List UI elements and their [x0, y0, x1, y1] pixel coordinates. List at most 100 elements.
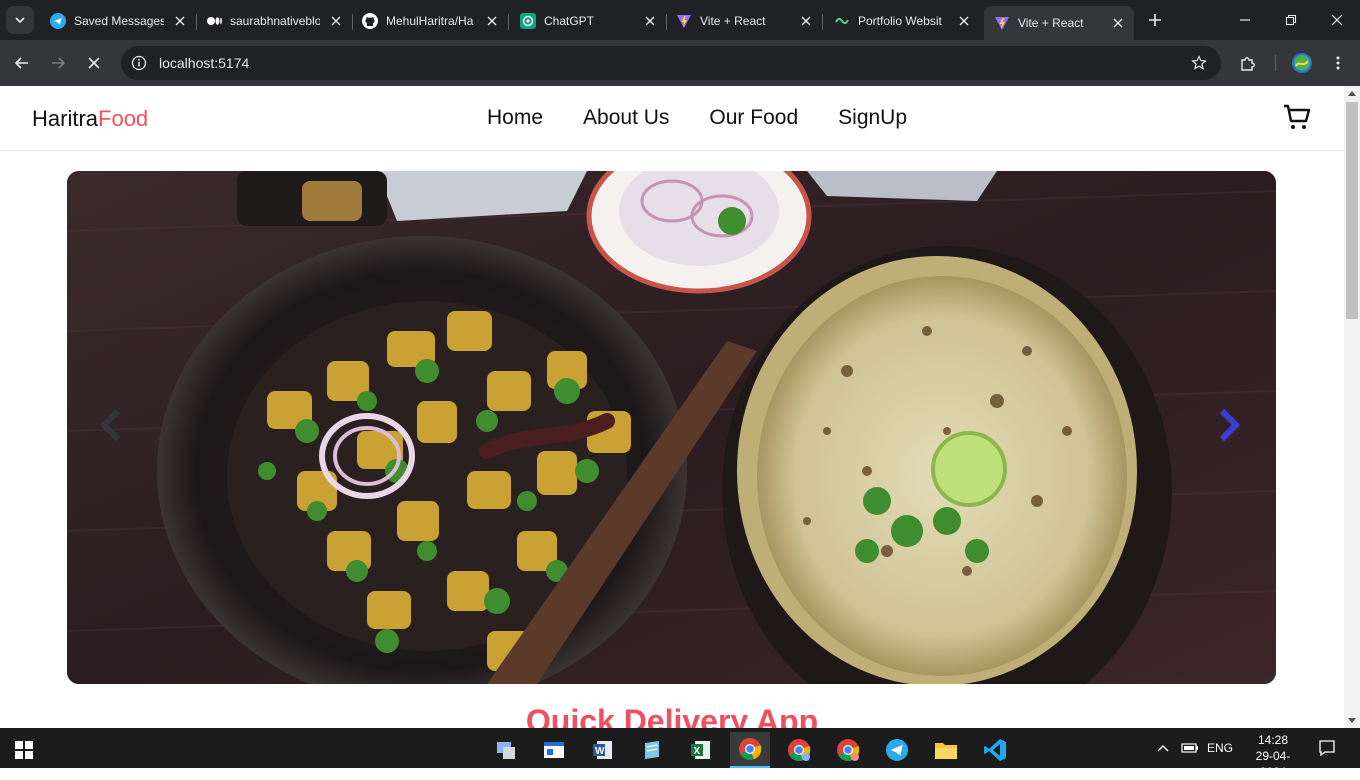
computer-icon — [497, 742, 515, 759]
tab-vite-react-active[interactable]: Vite + React — [984, 6, 1134, 40]
address-bar[interactable]: localhost:5174 — [121, 46, 1221, 80]
nav-home[interactable]: Home — [487, 106, 543, 130]
tab-title: ChatGPT — [544, 14, 595, 28]
folder-icon — [935, 743, 957, 759]
scrollbar-thumb[interactable] — [1346, 102, 1358, 319]
close-icon[interactable] — [798, 13, 814, 29]
windows-icon — [15, 741, 33, 759]
carousel-next-button[interactable] — [1215, 405, 1245, 445]
taskbar-app-telegram[interactable] — [877, 732, 917, 768]
carousel-prev-button[interactable] — [95, 405, 125, 445]
taskbar-app-excel[interactable]: X — [681, 732, 721, 768]
chrome-icon — [837, 739, 860, 762]
scroll-down-icon[interactable] — [1348, 718, 1356, 723]
language-indicator[interactable]: ENG — [1207, 728, 1233, 768]
word-icon: W — [593, 741, 612, 759]
nav-our-food[interactable]: Our Food — [709, 106, 798, 130]
start-button[interactable] — [4, 732, 44, 768]
taskbar-app-word[interactable]: W — [583, 732, 623, 768]
close-icon[interactable] — [172, 13, 188, 29]
taskbar-app-chrome[interactable] — [730, 732, 770, 768]
tab-github[interactable]: MehulHaritra/Ha — [352, 6, 509, 36]
browser-menu-button[interactable] — [1326, 51, 1350, 75]
arrow-left-icon — [14, 57, 28, 69]
chevron-right-icon — [1219, 408, 1241, 442]
tab-medium[interactable]: saurabhnativeblo — [196, 6, 353, 36]
back-button[interactable] — [10, 51, 34, 75]
tab-vite-react[interactable]: Vite + React — [666, 6, 823, 36]
close-window-button[interactable] — [1314, 0, 1360, 40]
taskbar-app-chrome-profile[interactable] — [779, 732, 819, 768]
telegram-icon — [50, 13, 66, 29]
taskbar-app-window[interactable] — [534, 732, 574, 768]
hero-carousel — [67, 171, 1276, 684]
stop-loading-button[interactable] — [82, 51, 106, 75]
tab-search-button[interactable] — [6, 6, 34, 34]
site-logo[interactable]: HaritraFood — [32, 106, 148, 132]
taskbar-app-pc[interactable] — [486, 732, 526, 768]
tab-portfolio[interactable]: Portfolio Websit — [824, 6, 980, 36]
browser-tab-bar: Saved Messages saurabhnativeblo MehulHar… — [0, 0, 1360, 40]
notifications-button[interactable] — [1318, 728, 1336, 768]
nav-signup[interactable]: SignUp — [838, 106, 907, 130]
address-url[interactable]: localhost:5174 — [159, 55, 249, 71]
telegram-icon — [886, 739, 908, 761]
restore-icon — [1285, 14, 1297, 26]
page-scrollbar[interactable] — [1344, 86, 1360, 728]
vscode-icon — [984, 739, 1006, 761]
site-navbar: HaritraFood Home About Us Our Food SignU… — [0, 86, 1344, 151]
windows-taskbar: W X ENG 14:28 29-04-2024 — [0, 728, 1360, 779]
new-tab-button[interactable] — [1143, 8, 1167, 32]
tab-chatgpt[interactable]: ChatGPT — [510, 6, 667, 36]
more-vertical-icon — [1336, 56, 1340, 70]
clock-date: 29-04-2024 — [1255, 749, 1291, 779]
svg-text:W: W — [595, 746, 605, 757]
battery-status[interactable] — [1181, 728, 1199, 768]
excel-icon: X — [691, 741, 710, 759]
plus-icon — [1149, 14, 1161, 26]
tab-title: Saved Messages — [74, 14, 164, 28]
medium-icon — [206, 13, 222, 29]
section-title: Quick Delivery App — [525, 703, 819, 728]
page-viewport: HaritraFood Home About Us Our Food SignU… — [0, 86, 1344, 728]
minimize-button[interactable] — [1222, 0, 1268, 40]
github-icon — [362, 13, 378, 29]
vite-icon — [676, 13, 692, 29]
close-icon[interactable] — [484, 13, 500, 29]
close-icon — [1331, 14, 1343, 26]
tab-title: MehulHaritra/Ha — [386, 14, 474, 28]
close-icon[interactable] — [1110, 15, 1126, 31]
food-photo — [67, 171, 1276, 684]
tab-title: saurabhnativeblo — [230, 14, 320, 28]
battery-icon — [1181, 743, 1198, 753]
taskbar-app-file-explorer[interactable] — [926, 732, 966, 768]
star-icon[interactable] — [1191, 55, 1207, 71]
scroll-up-icon[interactable] — [1348, 91, 1356, 96]
nav-about-us[interactable]: About Us — [583, 106, 669, 130]
close-icon[interactable] — [956, 13, 972, 29]
notes-icon — [645, 741, 659, 759]
svg-text:X: X — [694, 746, 701, 757]
system-clock[interactable]: 14:28 29-04-2024 — [1243, 732, 1303, 780]
tab-title: Vite + React — [700, 14, 766, 28]
close-icon[interactable] — [328, 13, 344, 29]
brand-accent: Food — [98, 106, 149, 131]
chevron-up-icon — [1157, 745, 1169, 752]
taskbar-app-chrome-profile-2[interactable] — [828, 732, 868, 768]
vite-icon — [994, 15, 1010, 31]
notification-icon — [1319, 740, 1335, 757]
restore-button[interactable] — [1268, 0, 1314, 40]
chevron-left-icon — [99, 408, 121, 442]
tab-saved-messages[interactable]: Saved Messages — [40, 6, 197, 36]
browser-toolbar: localhost:5174 — [0, 40, 1360, 86]
forward-button[interactable] — [46, 51, 70, 75]
extensions-button[interactable] — [1236, 51, 1260, 75]
close-icon[interactable] — [642, 13, 658, 29]
show-hidden-icons[interactable] — [1156, 728, 1170, 768]
profile-avatar[interactable] — [1290, 51, 1314, 75]
cart-button[interactable] — [1282, 102, 1312, 132]
taskbar-app-vscode[interactable] — [975, 732, 1015, 768]
taskbar-app-notes[interactable] — [632, 732, 672, 768]
chrome-icon — [739, 738, 762, 761]
close-icon — [88, 57, 100, 69]
